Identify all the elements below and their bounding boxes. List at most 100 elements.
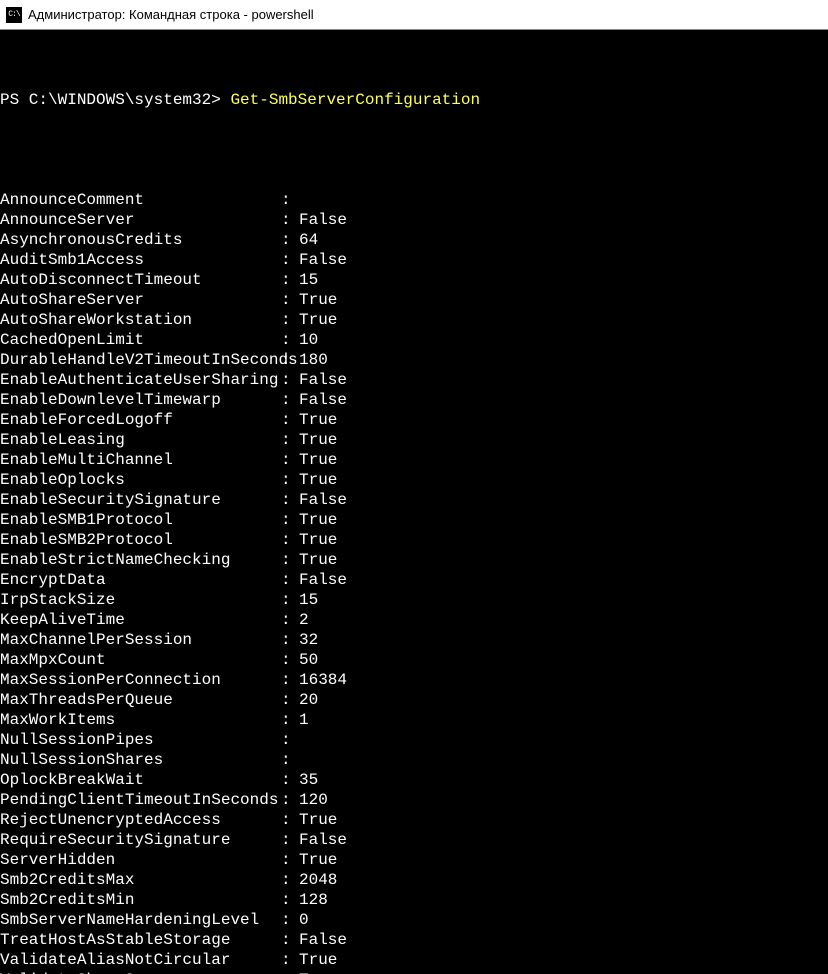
output-row: EnableDownlevelTimewarp: False [0, 390, 828, 410]
output-colon: : [281, 910, 299, 930]
output-row: MaxThreadsPerQueue: 20 [0, 690, 828, 710]
output-row: PendingClientTimeoutInSeconds: 120 [0, 790, 828, 810]
output-value: 180 [299, 350, 328, 370]
output-value: True [299, 410, 337, 430]
output-value: False [299, 370, 347, 390]
window-titlebar[interactable]: C:\ Администратор: Командная строка - po… [0, 0, 828, 30]
output-key: EnableLeasing [0, 430, 281, 450]
output-key: Smb2CreditsMax [0, 870, 281, 890]
output-key: ValidateShareScope [0, 970, 281, 974]
output-value: True [299, 430, 337, 450]
output-row: EnableOplocks: True [0, 470, 828, 490]
output-value: 15 [299, 590, 318, 610]
output-colon: : [281, 950, 299, 970]
output-value: False [299, 210, 347, 230]
output-value: 16384 [299, 670, 347, 690]
output-row: AuditSmb1Access: False [0, 250, 828, 270]
output-colon: : [281, 650, 299, 670]
output-value: True [299, 470, 337, 490]
output-row: SmbServerNameHardeningLevel: 0 [0, 910, 828, 930]
output-key: MaxWorkItems [0, 710, 281, 730]
output-colon: : [281, 410, 299, 430]
output-value: False [299, 930, 347, 950]
output-key: ServerHidden [0, 850, 281, 870]
output-key: EncryptData [0, 570, 281, 590]
output-key: EnableSMB1Protocol [0, 510, 281, 530]
output-value: 2048 [299, 870, 337, 890]
output-colon: : [281, 610, 299, 630]
output-row: AutoShareServer: True [0, 290, 828, 310]
output-colon: : [281, 290, 299, 310]
output-row: ServerHidden: True [0, 850, 828, 870]
output-key: DurableHandleV2TimeoutInSeconds [0, 350, 281, 370]
output-row: Smb2CreditsMax: 2048 [0, 870, 828, 890]
output-value: 50 [299, 650, 318, 670]
output-colon: : [281, 710, 299, 730]
output-row: ValidateAliasNotCircular: True [0, 950, 828, 970]
output-colon: : [281, 730, 299, 750]
output-colon: : [281, 490, 299, 510]
output-key: AutoShareWorkstation [0, 310, 281, 330]
output-row: EnableSMB1Protocol: True [0, 510, 828, 530]
output-colon: : [281, 590, 299, 610]
output-colon: : [281, 810, 299, 830]
output-value: False [299, 830, 347, 850]
output-value: True [299, 290, 337, 310]
output-value: False [299, 570, 347, 590]
terminal-area[interactable]: PS C:\WINDOWS\system32> Get-SmbServerCon… [0, 30, 828, 974]
output-value: 120 [299, 790, 328, 810]
window-title: Администратор: Командная строка - powers… [28, 7, 314, 22]
output-key: AutoDisconnectTimeout [0, 270, 281, 290]
prompt-line: PS C:\WINDOWS\system32> Get-SmbServerCon… [0, 90, 828, 110]
output-value: 64 [299, 230, 318, 250]
output-key: OplockBreakWait [0, 770, 281, 790]
output-key: EnableStrictNameChecking [0, 550, 281, 570]
output-colon: : [281, 190, 299, 210]
output-key: RequireSecuritySignature [0, 830, 281, 850]
output-row: EnableSMB2Protocol: True [0, 530, 828, 550]
output-colon: : [281, 450, 299, 470]
output-key: NullSessionShares [0, 750, 281, 770]
output-value: True [299, 970, 337, 974]
output-row: AsynchronousCredits: 64 [0, 230, 828, 250]
output-value: 2 [299, 610, 309, 630]
output-value: False [299, 490, 347, 510]
prompt-prefix: PS C:\WINDOWS\system32> [0, 91, 230, 109]
output-value: False [299, 250, 347, 270]
output-rows: AnnounceComment: AnnounceServer: FalseAs… [0, 190, 828, 974]
output-colon: : [281, 830, 299, 850]
output-key: MaxSessionPerConnection [0, 670, 281, 690]
output-value: False [299, 390, 347, 410]
output-value: True [299, 450, 337, 470]
output-row: RequireSecuritySignature: False [0, 830, 828, 850]
output-row: KeepAliveTime: 2 [0, 610, 828, 630]
output-row: AutoShareWorkstation: True [0, 310, 828, 330]
output-key: AsynchronousCredits [0, 230, 281, 250]
output-value: 0 [299, 910, 309, 930]
output-row: CachedOpenLimit: 10 [0, 330, 828, 350]
output-key: RejectUnencryptedAccess [0, 810, 281, 830]
output-row: ValidateShareScope: True [0, 970, 828, 974]
output-value: True [299, 850, 337, 870]
output-value: 35 [299, 770, 318, 790]
output-row: MaxChannelPerSession: 32 [0, 630, 828, 650]
output-row: TreatHostAsStableStorage: False [0, 930, 828, 950]
output-key: EnableSMB2Protocol [0, 530, 281, 550]
output-value: 32 [299, 630, 318, 650]
output-key: SmbServerNameHardeningLevel [0, 910, 281, 930]
output-row: EnableSecuritySignature: False [0, 490, 828, 510]
output-key: AnnounceServer [0, 210, 281, 230]
output-colon: : [281, 530, 299, 550]
output-colon: : [281, 330, 299, 350]
output-key: IrpStackSize [0, 590, 281, 610]
output-key: MaxThreadsPerQueue [0, 690, 281, 710]
output-colon: : [281, 210, 299, 230]
output-row: MaxWorkItems: 1 [0, 710, 828, 730]
output-key: MaxChannelPerSession [0, 630, 281, 650]
output-key: EnableAuthenticateUserSharing [0, 370, 281, 390]
output-key: Smb2CreditsMin [0, 890, 281, 910]
output-row: OplockBreakWait: 35 [0, 770, 828, 790]
output-colon: : [281, 510, 299, 530]
output-colon: : [281, 270, 299, 290]
output-key: TreatHostAsStableStorage [0, 930, 281, 950]
